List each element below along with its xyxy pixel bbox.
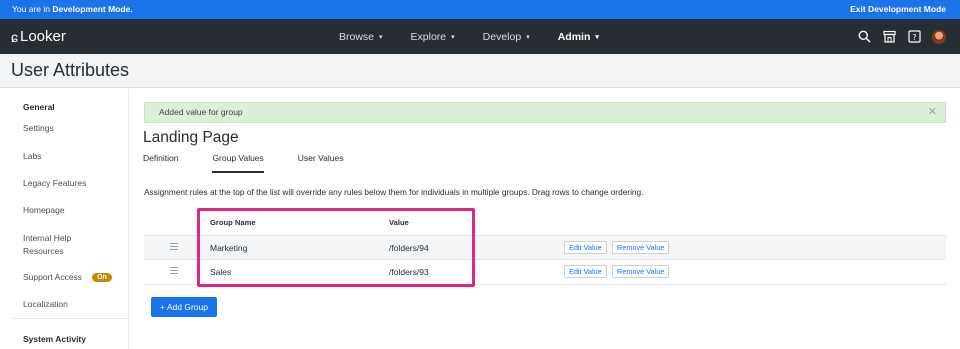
attribute-tabs: Definition Group Values User Values [143,153,377,173]
status-badge: On [92,273,112,283]
sidebar-item-legacy-features[interactable]: Legacy Features [23,178,86,188]
chevron-down-icon: ▾ [451,33,455,41]
sidebar-item-localization[interactable]: Localization [23,299,68,309]
close-icon[interactable]: ✕ [928,103,937,122]
search-icon[interactable] [857,30,871,44]
assignment-rules-description: Assignment rules at the top of the list … [144,187,644,197]
remove-value-button[interactable]: Remove Value [612,241,670,254]
edit-value-button[interactable]: Edit Value [564,241,607,254]
chevron-down-icon: ▾ [595,33,599,41]
remove-value-button[interactable]: Remove Value [612,265,670,278]
annotation-highlight-box [197,208,475,287]
looker-logo[interactable]: ɕ Looker [11,28,66,45]
nav-develop[interactable]: Develop ▾ [483,31,530,43]
edit-value-button[interactable]: Edit Value [564,265,607,278]
nav-admin[interactable]: Admin ▾ [558,31,599,43]
sidebar-divider [11,318,128,319]
admin-sidebar: General Settings Labs Legacy Features Ho… [0,89,129,349]
success-alert: Added value for group ✕ [144,102,946,123]
sidebar-item-settings[interactable]: Settings [23,123,54,133]
nav-explore[interactable]: Explore ▾ [411,31,455,43]
user-avatar[interactable] [932,29,946,44]
sidebar-item-labs[interactable]: Labs [23,151,41,161]
sidebar-item-internal-help-resources[interactable]: Internal Help Resources [23,232,71,258]
drag-handle-icon[interactable] [170,243,178,252]
tab-user-values[interactable]: User Values [298,153,344,173]
drag-handle-icon[interactable] [170,267,178,276]
tab-definition[interactable]: Definition [143,153,178,173]
development-mode-banner: You are in Development Mode. Exit Develo… [0,0,960,19]
tab-group-values[interactable]: Group Values [212,153,264,173]
sidebar-item-support-access[interactable]: Support Access On [23,272,112,283]
nav-browse[interactable]: Browse ▾ [339,31,383,43]
sidebar-heading-system-activity: System Activity [23,334,86,344]
svg-text:?: ? [912,33,916,42]
add-group-button[interactable]: + Add Group [151,297,217,317]
nav-icons: ? [857,19,946,54]
main-menu: Browse ▾ Explore ▾ Develop ▾ Admin ▾ [339,19,627,54]
dev-mode-message: You are in Development Mode. [12,4,133,14]
chevron-down-icon: ▾ [379,33,383,41]
top-navbar: ɕ Looker Browse ▾ Explore ▾ Develop ▾ Admin… [0,19,960,54]
help-icon[interactable]: ? [907,30,921,44]
sidebar-heading-general: General [23,102,55,112]
page-title: User Attributes [11,60,130,80]
chevron-down-icon: ▾ [526,33,530,41]
page-header: User Attributes [0,54,960,88]
looker-mark-icon: ɕ [11,28,18,45]
marketplace-icon[interactable] [882,30,896,44]
alert-message: Added value for group [159,107,243,117]
attribute-title: Landing Page [143,129,239,146]
sidebar-item-homepage[interactable]: Homepage [23,205,65,215]
exit-development-mode-link[interactable]: Exit Development Mode [850,0,946,19]
